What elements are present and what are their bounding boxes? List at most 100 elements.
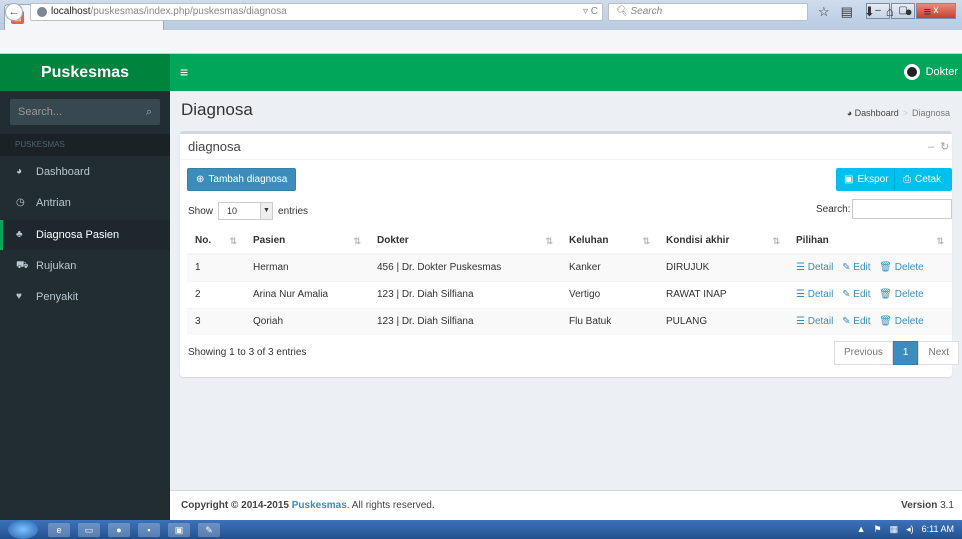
reading-list-icon[interactable]: ▤ xyxy=(841,4,853,20)
delete-link[interactable]: 🗑︎ Delete xyxy=(879,316,923,327)
export-button[interactable]: ▣ Ekspor xyxy=(836,168,897,191)
refresh-icon[interactable]: ↻ xyxy=(940,141,955,153)
add-diagnosa-button[interactable]: ⊕ Tambah diagnosa xyxy=(187,168,297,191)
cell-keluhan: Kanker xyxy=(561,253,658,281)
detail-link[interactable]: ☰ Detail xyxy=(796,289,833,300)
menu-icon[interactable]: ≡ xyxy=(924,4,932,20)
column-header-dokter[interactable]: Dokter ⇅ xyxy=(369,228,561,255)
page-length-select[interactable]: 10 ▼ xyxy=(218,202,274,220)
user-menu[interactable]: Dokter xyxy=(903,64,958,80)
diagnosa-table: No. ⇅ Pasien ⇅ Dokter ⇅ Keluhan ⇅ Kondisi ak… xyxy=(187,228,952,335)
site-info-icon[interactable] xyxy=(37,7,47,17)
sidebar-item-dashboard[interactable]: ◕ Dashboard xyxy=(0,157,170,187)
sidebar-item-label: Dashboard xyxy=(36,166,90,178)
plus-circle-icon: ⊕ xyxy=(196,174,205,185)
browser-nav-bar xyxy=(0,30,962,54)
page-length-control: Show 10 ▼ entries xyxy=(188,202,308,220)
delete-label: Delete xyxy=(894,262,924,274)
edit-link[interactable]: ✎ Edit xyxy=(842,289,870,300)
cell-pasien: Arina Nur Amalia xyxy=(245,280,369,308)
chat-icon[interactable]: ● xyxy=(905,4,913,20)
search-icon[interactable]: ⌕ xyxy=(146,99,152,125)
cell-kondisi-akhir: RAWAT INAP xyxy=(658,280,788,308)
ie-icon[interactable]: e xyxy=(48,523,70,537)
network-icon[interactable]: ▦ xyxy=(890,524,899,535)
flag-icon[interactable]: ⚑ xyxy=(874,524,882,535)
delete-link[interactable]: 🗑︎ Delete xyxy=(879,262,923,273)
table-search-label: Search: xyxy=(816,204,851,215)
sidebar-item-penyakit[interactable]: ♥ Penyakit xyxy=(0,282,170,312)
column-header-keluhan[interactable]: Keluhan ⇅ xyxy=(561,228,658,255)
tray-arrow-icon[interactable]: ▲ xyxy=(857,524,866,535)
browser-search-placeholder: Search xyxy=(630,6,663,17)
column-label: Pilihan xyxy=(796,235,829,246)
detail-link[interactable]: ☰ Detail xyxy=(796,262,833,273)
column-label: Dokter xyxy=(377,235,409,246)
cell-pilihan: ☰ Detail ✎ Edit 🗑︎ Delete xyxy=(788,253,952,281)
export-label: Ekspor xyxy=(857,174,889,185)
browser-search-input[interactable]: 🔍︎ Search xyxy=(608,3,808,21)
delete-label: Delete xyxy=(894,289,924,300)
cell-dokter: 456 | Dr. Dokter Puskesmas xyxy=(369,253,561,281)
list-icon: ☰ xyxy=(796,316,808,328)
reload-icon[interactable]: ▿ C xyxy=(583,6,598,17)
breadcrumb-link-dashboard[interactable]: Dashboard xyxy=(855,108,899,118)
sidebar-toggle-icon[interactable]: ≡ xyxy=(180,64,188,80)
sidebar-item-diagnosa-pasien[interactable]: ♣ Diagnosa Pasien xyxy=(0,220,170,250)
dashboard-icon: ◕ xyxy=(16,166,23,177)
app-logo[interactable]: Puskesmas xyxy=(0,54,170,91)
xampp-icon[interactable]: ▣ xyxy=(168,523,190,537)
cell-pilihan: ☰ Detail ✎ Edit 🗑︎ Delete xyxy=(788,307,952,335)
table-search-input[interactable] xyxy=(852,199,952,219)
page-button-current[interactable]: 1 xyxy=(892,341,919,365)
bookmark-star-icon[interactable]: ☆ xyxy=(818,4,830,20)
breadcrumb-separator: > xyxy=(902,108,908,118)
app-icon[interactable]: ▪ xyxy=(138,523,160,537)
start-button[interactable] xyxy=(8,520,38,539)
breadcrumb-current: Diagnosa xyxy=(911,108,950,118)
heartbeat-icon: ♥ xyxy=(16,291,22,302)
detail-label: Detail xyxy=(807,316,834,328)
cell-pilihan: ☰ Detail ✎ Edit 🗑︎ Delete xyxy=(788,280,952,308)
delete-link[interactable]: 🗑︎ Delete xyxy=(879,289,923,300)
footer-brand-link[interactable]: Puskesmas xyxy=(292,500,347,511)
table-header-row: No. ⇅ Pasien ⇅ Dokter ⇅ Keluhan ⇅ Kondisi ak… xyxy=(187,228,952,255)
print-label: Cetak xyxy=(915,174,942,185)
explorer-icon[interactable]: ▭ xyxy=(78,523,100,537)
edit-link[interactable]: ✎ Edit xyxy=(842,262,870,273)
sidebar-item-antrian[interactable]: ◷ Antrian xyxy=(0,188,170,218)
home-icon[interactable]: ⌂ xyxy=(886,4,894,20)
box-title: diagnosa xyxy=(188,139,241,154)
sidebar-search-input[interactable]: Search... ⌕ xyxy=(10,99,160,125)
sidebar-item-rujukan[interactable]: ⛟ Rujukan xyxy=(0,251,170,281)
next-page-button[interactable]: Next xyxy=(918,341,960,365)
firefox-icon[interactable]: ● xyxy=(108,523,130,537)
edit-label: Edit xyxy=(853,289,871,300)
column-header-pilihan[interactable]: Pilihan ⇅ xyxy=(788,228,952,255)
collapse-icon[interactable]: – xyxy=(928,141,940,153)
previous-page-button[interactable]: Previous xyxy=(834,341,893,365)
pencil-icon: ✎ xyxy=(842,316,854,328)
column-header-no[interactable]: No. ⇅ xyxy=(187,228,245,255)
notepad-icon[interactable]: ✎ xyxy=(198,523,220,537)
address-bar[interactable]: localhost/puskesmas/index.php/puskesmas/… xyxy=(30,3,603,21)
column-header-pasien[interactable]: Pasien ⇅ xyxy=(245,228,369,255)
cell-keluhan: Vertigo xyxy=(561,280,658,308)
table-row: 2 Arina Nur Amalia 123 | Dr. Diah Silfia… xyxy=(187,280,952,308)
back-button[interactable]: ← xyxy=(5,3,23,21)
download-icon[interactable]: ⬇ xyxy=(864,4,875,20)
clock[interactable]: 6:11 AM xyxy=(922,524,954,535)
column-header-kondisi-akhir[interactable]: Kondisi akhir ⇅ xyxy=(658,228,788,255)
edit-link[interactable]: ✎ Edit xyxy=(842,316,870,327)
box-divider xyxy=(180,159,952,160)
detail-link[interactable]: ☰ Detail xyxy=(796,316,833,327)
volume-icon[interactable]: ◂) xyxy=(906,524,914,535)
user-name: Dokter xyxy=(925,66,958,78)
print-button[interactable]: ⎙ Cetak xyxy=(894,168,952,191)
cell-pasien: Qoriah xyxy=(245,307,369,335)
delete-label: Delete xyxy=(894,316,924,328)
cell-no: 1 xyxy=(187,253,245,281)
sort-icon: ⇅ xyxy=(936,236,944,246)
system-tray: ▲ ⚑ ▦ ◂) 6:11 AM xyxy=(857,524,954,535)
pencil-icon: ✎ xyxy=(842,262,854,274)
